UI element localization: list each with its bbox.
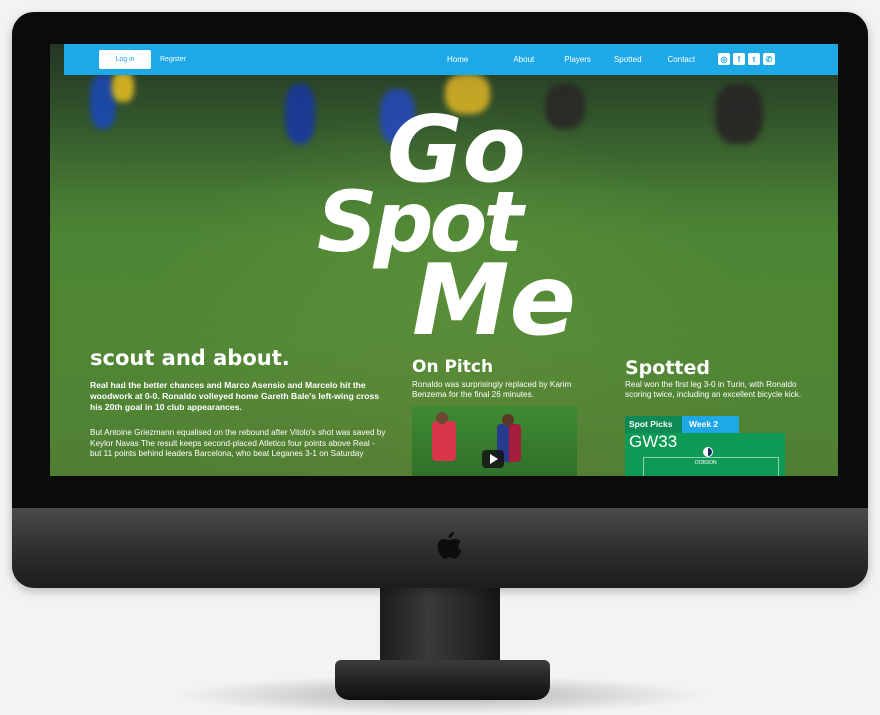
on-pitch-title: On Pitch (412, 357, 494, 377)
spotted-text: Real won the first leg 3-0 in Turin, wit… (625, 380, 802, 399)
nav-link-about[interactable]: About (513, 55, 534, 64)
spotted-title: Spotted (625, 357, 710, 379)
go-spot-me-logo: Go Spot Me (317, 96, 576, 339)
spot-picks-card[interactable]: Spot Picks Week 2 GW33 DOBSON (625, 416, 785, 476)
twitter-icon[interactable]: t (748, 53, 760, 65)
player-head (436, 412, 448, 424)
apple-logo-icon (437, 532, 462, 559)
logo-line-me: Me (412, 244, 576, 339)
top-navbar: Log in Register Home About Players Spott… (64, 44, 838, 75)
scout-lead-text: Real had the better chances and Marco As… (90, 380, 380, 412)
video-thumbnail[interactable] (412, 406, 577, 476)
scout-body-text: But Antoine Griezmann equalised on the r… (90, 428, 386, 458)
nav-link-spotted[interactable]: Spotted (614, 55, 642, 64)
spot-picks-label: Spot Picks (625, 416, 682, 433)
on-pitch-text: Ronaldo was surprisingly replaced by Kar… (412, 380, 572, 399)
play-button[interactable] (482, 450, 504, 468)
scout-title: scout and about. (90, 346, 290, 370)
nav-link-home[interactable]: Home (447, 55, 468, 64)
login-button[interactable]: Log in (99, 50, 151, 69)
monitor-stand-base (335, 660, 550, 700)
whatsapp-icon[interactable]: ✆ (763, 53, 775, 65)
spot-picks-body: GW33 DOBSON (625, 432, 785, 476)
website-screen: Log in Register Home About Players Spott… (50, 44, 838, 476)
facebook-icon[interactable]: f (733, 53, 745, 65)
player-head (502, 414, 514, 426)
register-link[interactable]: Register (160, 56, 186, 63)
player-figure-red (432, 421, 456, 461)
instagram-icon[interactable]: ◎ (718, 53, 730, 65)
social-icons: ◎ f t ✆ (718, 53, 775, 65)
nav-link-players[interactable]: Players (564, 55, 591, 64)
player-kit-icon (703, 447, 713, 457)
gameweek-label: GW33 (629, 432, 678, 451)
nav-link-contact[interactable]: Contact (668, 55, 696, 64)
week-tab[interactable]: Week 2 (682, 416, 739, 433)
nav-links: Home About Players Spotted Contact (447, 44, 695, 75)
player-name: DOBSON (695, 460, 717, 466)
